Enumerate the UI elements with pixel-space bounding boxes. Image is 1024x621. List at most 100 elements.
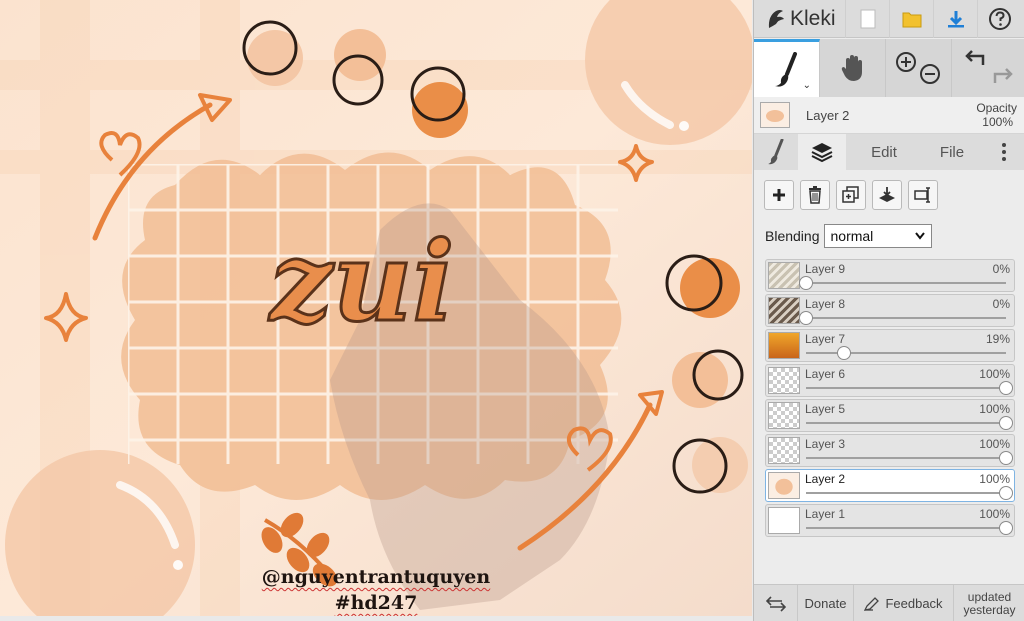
layer-opacity-slider[interactable] [806,387,1006,389]
layer-opacity-value: 100% [979,402,1010,416]
layer-row[interactable]: Layer 8 0% [765,294,1015,327]
brush-icon [768,139,784,165]
app-name: Kleki [790,6,836,30]
layer-actions [754,170,1024,220]
tab-brush[interactable] [754,134,798,170]
layer-row[interactable]: Layer 6 100% [765,364,1015,397]
slider-handle[interactable] [799,311,813,325]
new-image-button[interactable] [846,0,890,38]
layer-name: Layer 5 [805,402,846,416]
slider-handle[interactable] [999,486,1013,500]
download-icon [947,10,964,27]
tab-edit[interactable]: Edit [846,134,922,170]
layer-row[interactable]: Layer 7 19% [765,329,1015,362]
plus-icon [773,189,785,201]
side-panel: Kleki ⌄ Layer 2 Opacity 100% Edit File B… [753,0,1024,621]
layer-row[interactable]: Layer 2 100% [765,469,1015,502]
undo-redo-buttons [952,39,1024,97]
updated-line1: updated [967,589,1012,604]
current-layer-name: Layer 2 [806,108,850,123]
layer-opacity-slider[interactable] [806,352,1006,354]
layer-opacity-slider[interactable] [806,317,1006,319]
feedback-button[interactable]: Feedback [854,585,954,621]
opacity-value[interactable]: 100% [982,115,1013,129]
changelog-button[interactable]: updated yesterday [954,585,1024,621]
redo-icon[interactable] [993,68,1013,83]
blending-row: Blending normal [765,223,932,249]
add-layer-button[interactable] [764,180,794,210]
layer-name: Layer 3 [805,437,846,451]
layer-thumbnail [768,507,800,534]
layer-row[interactable]: Layer 3 100% [765,434,1015,467]
duplicate-icon [842,186,859,203]
layer-opacity-slider[interactable] [806,527,1006,529]
layer-opacity-slider[interactable] [806,422,1006,424]
layer-name: Layer 8 [805,297,846,311]
undo-icon[interactable] [964,50,984,65]
trash-icon [809,186,821,204]
layer-opacity-slider[interactable] [806,492,1006,494]
layer-name: Layer 9 [805,262,846,276]
slider-handle[interactable] [999,521,1013,535]
zoom-buttons [886,39,952,97]
layer-row[interactable]: Layer 9 0% [765,259,1015,292]
more-menu-button[interactable] [982,134,1024,170]
credit-username: @nguyentrantuquyen [261,566,491,588]
credit-hashtag: #hd247 [334,592,418,614]
blending-value: normal [830,228,874,244]
donate-button[interactable]: Donate [798,585,854,621]
rename-layer-button[interactable] [908,180,938,210]
duplicate-layer-button[interactable] [836,180,866,210]
help-button[interactable] [978,0,1022,38]
layer-row[interactable]: Layer 5 100% [765,399,1015,432]
layer-opacity-value: 100% [979,367,1010,381]
swap-side-button[interactable] [754,585,798,621]
layer-opacity-value: 0% [992,262,1010,276]
layer-thumbnail [768,367,800,394]
artwork: zui [0,0,752,616]
layer-opacity-slider[interactable] [806,282,1006,284]
slider-handle[interactable] [999,416,1013,430]
top-bar: Kleki [754,0,1024,38]
chevron-down-icon[interactable]: ⌄ [803,80,811,91]
merge-down-button[interactable] [872,180,902,210]
layer-thumbnail [768,297,800,324]
chevron-down-icon [914,232,925,240]
drawing-canvas[interactable]: zui @nguyentrantuquyen #hd247 [0,0,752,616]
zoom-in-icon[interactable] [895,52,916,72]
blending-select[interactable]: normal [823,224,932,248]
layer-opacity-value: 19% [985,332,1010,346]
layer-opacity-value: 0% [992,297,1010,311]
kleki-logo[interactable]: Kleki [754,0,846,38]
hand-tool-button[interactable] [820,39,886,97]
layers-icon [811,143,833,163]
zoom-out-icon[interactable] [919,64,940,84]
layer-name: Layer 2 [805,472,846,486]
blending-label: Blending [765,228,820,244]
slider-handle[interactable] [799,276,813,290]
layer-thumbnail [768,472,800,499]
layer-list: Layer 9 0% Layer 8 0% Layer 7 19% Layer 6 100% L… [765,259,1017,539]
slider-handle[interactable] [837,346,851,360]
brush-icon [774,51,797,87]
slider-handle[interactable] [999,381,1013,395]
folder-icon [902,12,921,27]
save-button[interactable] [934,0,978,38]
layer-thumbnail [768,437,800,464]
current-layer-thumbnail [760,102,790,128]
tool-row: ⌄ [754,39,1024,97]
swap-arrows-icon [765,595,786,612]
merge-down-icon [879,187,895,202]
delete-layer-button[interactable] [800,180,830,210]
layer-row[interactable]: Layer 1 100% [765,504,1015,537]
more-vertical-icon [1001,143,1006,161]
brush-tool-button[interactable]: ⌄ [754,39,820,97]
layer-thumbnail [768,402,800,429]
tab-file[interactable]: File [922,134,982,170]
layer-opacity-slider[interactable] [806,457,1006,459]
tab-layers[interactable] [798,134,846,170]
open-button[interactable] [890,0,934,38]
bottom-bar: Donate Feedback updated yesterday [754,584,1024,621]
updated-line2: yesterday [963,602,1016,617]
slider-handle[interactable] [999,451,1013,465]
